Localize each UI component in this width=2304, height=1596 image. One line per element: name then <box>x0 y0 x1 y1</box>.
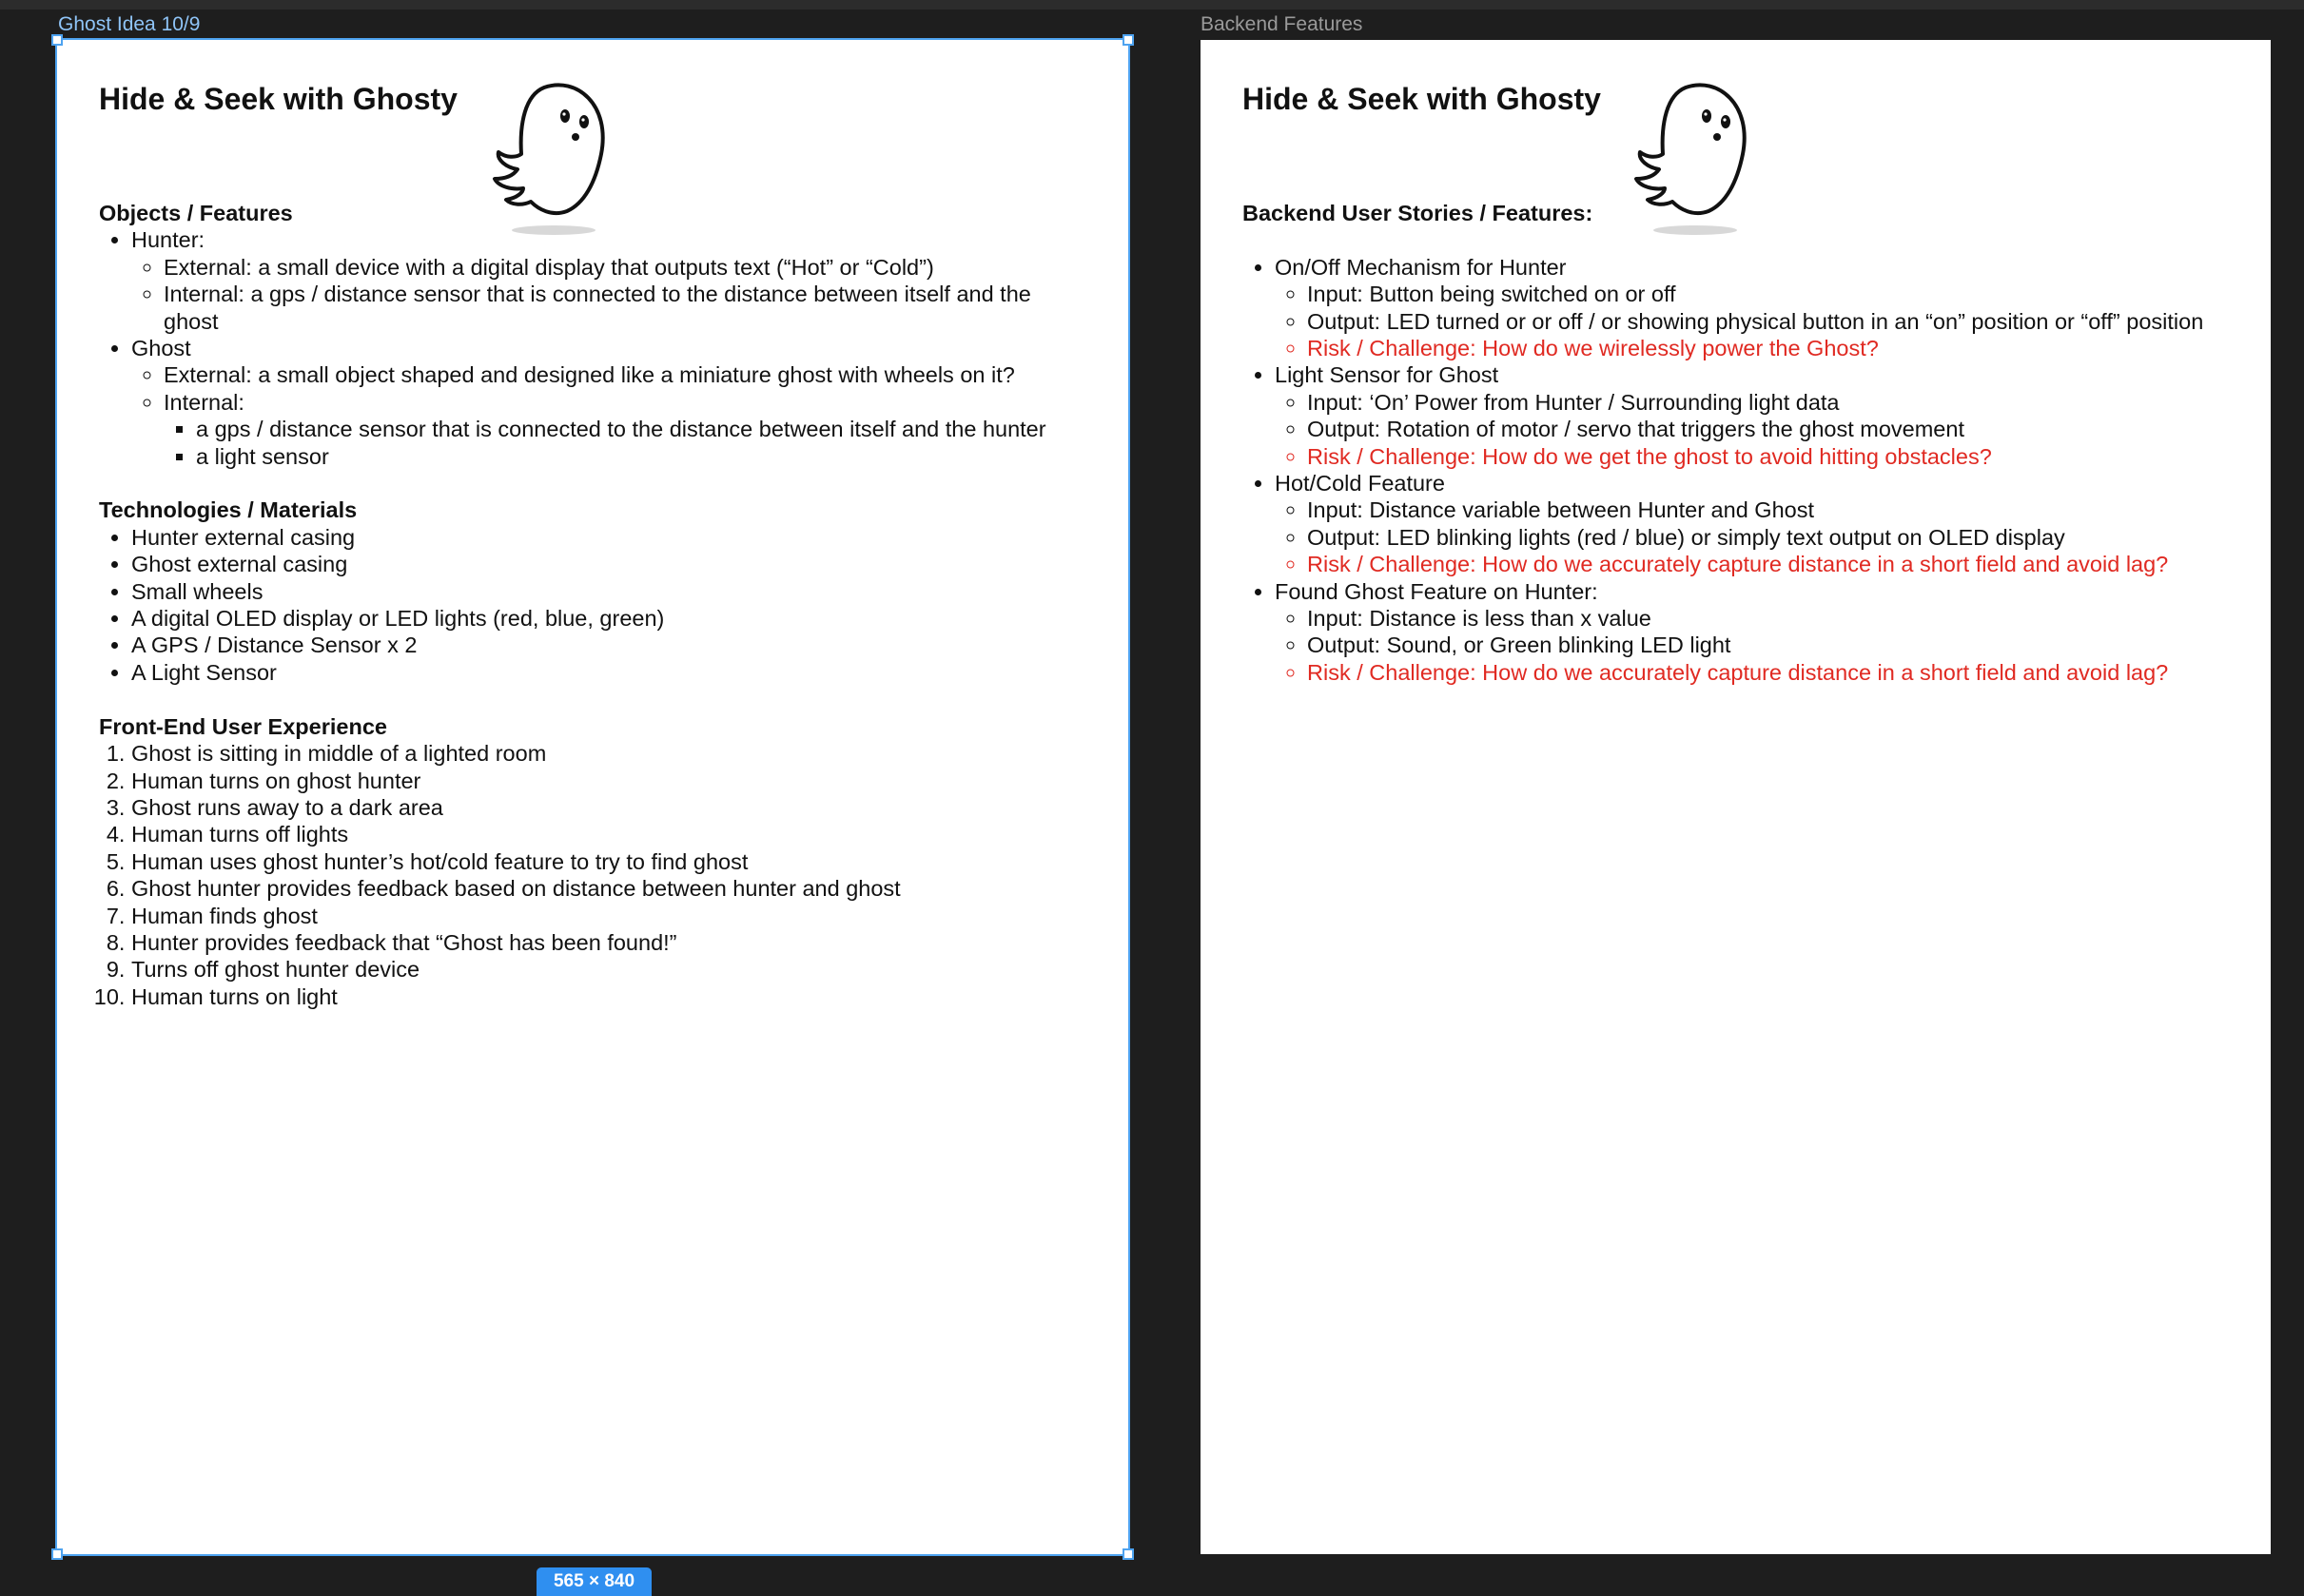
list-item: A digital OLED display or LED lights (re… <box>131 605 1090 632</box>
ghost-label: Ghost <box>131 336 191 361</box>
list-item: External: a small object shaped and desi… <box>164 361 1090 388</box>
list-item: Turns off ghost hunter device <box>131 956 1090 983</box>
ghost-internal-label: Internal: <box>164 389 244 415</box>
frame-backend-features[interactable]: Hide & Seek with Ghosty Backend User Sto… <box>1201 40 2271 1554</box>
resize-handle-top-right[interactable] <box>1123 34 1134 46</box>
list-item: Ghost hunter provides feedback based on … <box>131 875 1090 902</box>
frame-ghost-idea[interactable]: Hide & Seek with Ghosty Objects / Featur… <box>55 38 1130 1556</box>
resize-handle-bottom-left[interactable] <box>51 1548 63 1560</box>
feature-output: Output: Sound, or Green blinking LED lig… <box>1307 632 2233 658</box>
feature-label: Found Ghost Feature on Hunter: <box>1275 578 1598 604</box>
feature-label: Hot/Cold Feature <box>1275 471 1445 496</box>
ux-steps-list: Ghost is sitting in middle of a lighted … <box>99 740 1090 1010</box>
right-doc-body: Backend User Stories / Features: On/Off … <box>1242 200 2233 686</box>
feature-item: Hot/Cold Feature Input: Distance variabl… <box>1275 470 2233 578</box>
feature-risk: Risk / Challenge: How do we wirelessly p… <box>1307 335 2233 361</box>
list-item: External: a small device with a digital … <box>164 254 1090 281</box>
list-item: Internal: a gps / distance sensor that i… <box>164 389 1090 470</box>
page-title: Hide & Seek with Ghosty <box>1242 82 1601 116</box>
feature-label: On/Off Mechanism for Hunter <box>1275 254 1567 280</box>
list-item: Ghost is sitting in middle of a lighted … <box>131 740 1090 767</box>
hunter-label: Hunter: <box>131 227 205 253</box>
resize-handle-top-left[interactable] <box>51 34 63 46</box>
tech-list: Hunter external casing Ghost external ca… <box>99 524 1090 686</box>
feature-risk: Risk / Challenge: How do we get the ghos… <box>1307 443 2233 470</box>
objects-list: Hunter: External: a small device with a … <box>99 226 1090 470</box>
list-item: Human turns on ghost hunter <box>131 768 1090 794</box>
frame-label-backend-features[interactable]: Backend Features <box>1201 12 1362 37</box>
list-item: A Light Sensor <box>131 659 1090 686</box>
backend-heading: Backend User Stories / Features: <box>1242 201 1593 225</box>
list-item: A GPS / Distance Sensor x 2 <box>131 632 1090 658</box>
list-item: Internal: a gps / distance sensor that i… <box>164 281 1090 335</box>
list-item: Human turns off lights <box>131 821 1090 847</box>
resize-handle-bottom-right[interactable] <box>1123 1548 1134 1560</box>
feature-input: Input: Distance variable between Hunter … <box>1307 496 2233 523</box>
feature-risk: Risk / Challenge: How do we accurately c… <box>1307 551 2233 577</box>
list-item: Human turns on light <box>131 983 1090 1010</box>
feature-risk: Risk / Challenge: How do we accurately c… <box>1307 659 2233 686</box>
feature-input: Input: ‘On’ Power from Hunter / Surround… <box>1307 389 2233 416</box>
list-item: Hunter provides feedback that “Ghost has… <box>131 929 1090 956</box>
backend-features-list: On/Off Mechanism for Hunter Input: Butto… <box>1242 254 2233 687</box>
list-item: Ghost External: a small object shaped an… <box>131 335 1090 470</box>
top-toolbar-strip <box>0 0 2304 10</box>
feature-output: Output: LED blinking lights (red / blue)… <box>1307 524 2233 551</box>
feature-input: Input: Distance is less than x value <box>1307 605 2233 632</box>
list-item: Hunter: External: a small device with a … <box>131 226 1090 335</box>
list-item: Human finds ghost <box>131 903 1090 929</box>
feature-item: On/Off Mechanism for Hunter Input: Butto… <box>1275 254 2233 362</box>
frame-label-ghost-idea[interactable]: Ghost Idea 10/9 <box>58 12 200 37</box>
feature-item: Found Ghost Feature on Hunter: Input: Di… <box>1275 578 2233 687</box>
list-item: Ghost runs away to a dark area <box>131 794 1090 821</box>
feature-output: Output: Rotation of motor / servo that t… <box>1307 416 2233 442</box>
left-doc-body: Objects / Features Hunter: External: a s… <box>99 200 1090 1010</box>
list-item: Small wheels <box>131 578 1090 605</box>
page-title: Hide & Seek with Ghosty <box>99 82 458 116</box>
feature-output: Output: LED turned or or off / or showin… <box>1307 308 2233 335</box>
tech-heading: Technologies / Materials <box>99 497 358 523</box>
list-item: a gps / distance sensor that is connecte… <box>196 416 1090 442</box>
objects-heading: Objects / Features <box>99 201 293 225</box>
list-item: Human uses ghost hunter’s hot/cold featu… <box>131 848 1090 875</box>
list-item: a light sensor <box>196 443 1090 470</box>
feature-label: Light Sensor for Ghost <box>1275 362 1499 388</box>
ux-heading: Front-End User Experience <box>99 713 387 739</box>
list-item: Hunter external casing <box>131 524 1090 551</box>
feature-item: Light Sensor for Ghost Input: ‘On’ Power… <box>1275 361 2233 470</box>
selection-size-badge: 565 × 840 <box>537 1567 652 1596</box>
feature-input: Input: Button being switched on or off <box>1307 281 2233 307</box>
list-item: Ghost external casing <box>131 551 1090 577</box>
